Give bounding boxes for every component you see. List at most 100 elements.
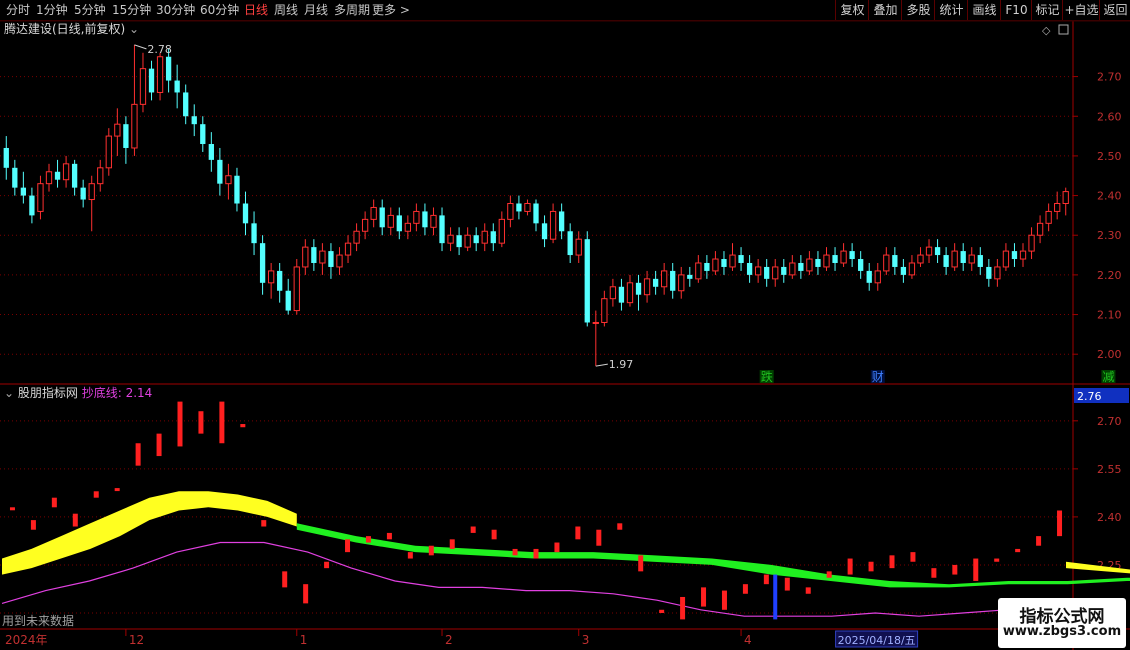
period-tab-7[interactable]: 周线 [274, 2, 298, 18]
candle-body [1062, 191, 1069, 205]
candle [823, 247, 830, 271]
high-price-label: 2.78 [147, 43, 172, 56]
candle [592, 310, 599, 367]
candle [977, 247, 983, 275]
candle-body [575, 238, 582, 256]
candle [609, 278, 617, 307]
indicator-red-box [952, 564, 958, 575]
candle-body [396, 215, 402, 232]
candle [396, 207, 402, 240]
indicator-red-box [219, 401, 225, 444]
candle [422, 203, 428, 236]
period-tab-1[interactable]: 1分钟 [36, 2, 68, 18]
candle [277, 262, 283, 303]
candle [584, 231, 590, 327]
period-tab-5[interactable]: 60分钟 [200, 2, 239, 18]
candle-body [422, 211, 428, 228]
candle [806, 251, 813, 275]
candle-body [191, 116, 197, 125]
indicator-red-box [701, 587, 707, 607]
candle [738, 247, 744, 271]
candle [754, 259, 762, 283]
candle [481, 223, 488, 252]
candle [183, 84, 189, 125]
candle-body [704, 262, 710, 271]
candle [968, 247, 975, 271]
candle [71, 159, 78, 196]
toolbar-button-5[interactable]: F10 [1000, 0, 1032, 20]
candle-body [1019, 250, 1027, 260]
candle [311, 239, 317, 271]
indicator-red-box [805, 587, 811, 594]
indicator-red-box [721, 590, 727, 610]
candle [45, 163, 53, 192]
candle [267, 262, 275, 299]
candle [498, 211, 505, 248]
toolbar-button-2[interactable]: 多股 [901, 0, 935, 20]
candle-body [285, 290, 291, 311]
toolbar-button-3[interactable]: 统计 [934, 0, 968, 20]
candle-body [584, 239, 590, 323]
indicator-red-box [680, 596, 686, 620]
candle [549, 203, 557, 244]
indicator-red-box [282, 571, 288, 588]
current-value-text: 2.76 [1077, 390, 1102, 403]
candle-body [490, 231, 496, 244]
candle [148, 60, 155, 101]
panel-layout-icon[interactable] [1058, 24, 1069, 35]
collapse-icon[interactable]: ⌄ [4, 386, 18, 400]
toolbar-button-7[interactable]: +自选 [1062, 0, 1100, 20]
toolbar-button-8[interactable]: 返回 [1099, 0, 1130, 20]
toolbar-button-0[interactable]: 复权 [835, 0, 869, 20]
candle-body [781, 266, 787, 275]
candle-body [840, 250, 847, 264]
indicator-red-box [742, 584, 748, 594]
period-tab-8[interactable]: 月线 [304, 2, 328, 18]
main-y-tick: 2.10 [1097, 309, 1122, 322]
candle [1062, 187, 1069, 216]
candle [302, 239, 309, 275]
period-tab-2[interactable]: 5分钟 [74, 2, 106, 18]
candle [387, 207, 394, 236]
period-tab-4[interactable]: 30分钟 [156, 2, 195, 18]
candle [840, 243, 847, 267]
candle-body [798, 262, 804, 271]
candle-body [328, 251, 334, 267]
candle [174, 64, 180, 109]
toolbar-button-6[interactable]: 标记 [1031, 0, 1063, 20]
candle-body [643, 278, 651, 296]
candle [721, 251, 727, 275]
toolbar-button-1[interactable]: 叠加 [868, 0, 902, 20]
period-tab-10[interactable]: 更多 > [372, 2, 410, 18]
indicator-red-box [512, 548, 518, 556]
indicator-red-box [9, 507, 15, 511]
candle-body [874, 270, 881, 284]
period-tab-6[interactable]: 日线 [244, 2, 268, 18]
candle [558, 203, 565, 240]
time-axis-label: 4 [744, 633, 752, 647]
candle [567, 223, 573, 263]
candle-body [567, 231, 573, 256]
candle [781, 259, 787, 283]
candle [404, 215, 411, 240]
candle [695, 255, 702, 283]
candle-body [746, 262, 753, 275]
candle [344, 235, 352, 263]
candle-body [71, 163, 78, 188]
period-tab-3[interactable]: 15分钟 [112, 2, 151, 18]
toolbar-button-4[interactable]: 画线 [967, 0, 1001, 20]
candle-body [336, 254, 343, 268]
candle-body [80, 187, 86, 200]
collapse-icon[interactable]: ⌄ [125, 22, 139, 36]
period-tab-0[interactable]: 分时 [6, 2, 30, 18]
candle [1045, 203, 1052, 232]
candle-body [823, 254, 830, 268]
indicator-red-box [51, 497, 57, 508]
candle [217, 147, 223, 196]
period-tab-9[interactable]: 多周期 [334, 2, 370, 18]
candle-body [516, 203, 522, 212]
candle [336, 247, 343, 275]
candle-body [456, 235, 462, 248]
future-data-note: 用到未来数据 [2, 614, 75, 628]
candle [772, 259, 779, 287]
